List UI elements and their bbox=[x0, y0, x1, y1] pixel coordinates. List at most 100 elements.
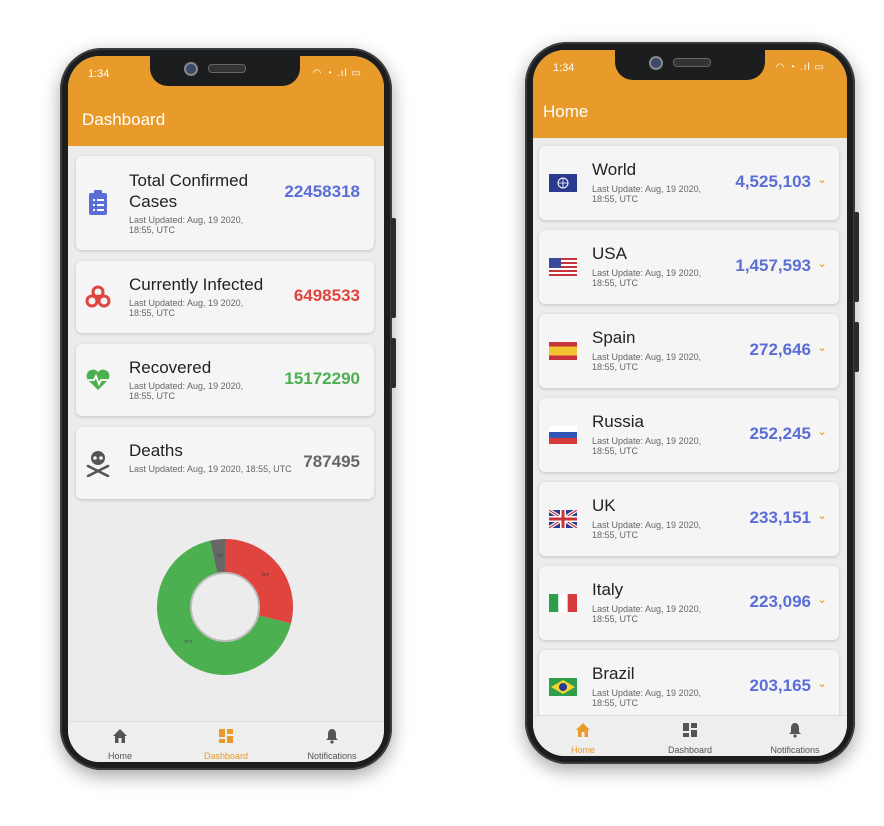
country-name: Russia bbox=[592, 412, 644, 431]
country-card[interactable]: Italy Last Update: Aug, 19 2020, 18:55, U… bbox=[539, 566, 839, 640]
nav-home[interactable]: Home bbox=[543, 722, 623, 755]
card-value: 22458318 bbox=[284, 182, 360, 201]
country-updated: Last Update: Aug, 19 2020, 18:55, UTC bbox=[592, 520, 702, 540]
front-camera bbox=[184, 62, 198, 76]
chevron-down-icon[interactable]: ⌄ bbox=[817, 508, 827, 522]
country-card[interactable]: UK Last Update: Aug, 19 2020, 18:55, UTC 2… bbox=[539, 482, 839, 556]
front-camera bbox=[649, 56, 663, 70]
skull-icon bbox=[85, 449, 111, 482]
status-time: 1:34 bbox=[553, 62, 575, 74]
country-name: Italy bbox=[592, 580, 624, 599]
russia-flag-icon bbox=[549, 426, 577, 449]
spain-flag-icon bbox=[549, 342, 577, 365]
power-button bbox=[854, 322, 859, 372]
nav-dashboard[interactable]: Dashboard bbox=[650, 722, 730, 755]
slice-label: 28.9 bbox=[261, 572, 270, 577]
nav-dashboard[interactable]: Dashboard bbox=[186, 728, 266, 761]
notch bbox=[615, 50, 765, 80]
chevron-down-icon[interactable]: ⌄ bbox=[817, 424, 827, 438]
country-value: 223,096 bbox=[749, 592, 811, 611]
status-time: 1:34 bbox=[88, 68, 110, 80]
country-value: 233,151 bbox=[749, 508, 811, 527]
card-label: Total Confirmed Cases bbox=[129, 171, 249, 211]
power-button bbox=[391, 338, 396, 388]
slice-label: 3.5 bbox=[217, 552, 223, 557]
nav-label: Home bbox=[570, 745, 595, 755]
home-icon bbox=[576, 723, 590, 737]
country-card[interactable]: USA Last Update: Aug, 19 2020, 18:55, UTC… bbox=[539, 230, 839, 304]
nav-home[interactable]: Home bbox=[80, 728, 160, 761]
stat-card-infected[interactable]: Currently Infected Last Updated: Aug, 19… bbox=[76, 261, 374, 333]
status-icons: ◠ ◔ .ıl ▭ bbox=[312, 68, 362, 79]
country-card[interactable]: Russia Last Update: Aug, 19 2020, 18:55, … bbox=[539, 398, 839, 472]
dashboard-icon bbox=[219, 729, 233, 743]
volume-button bbox=[854, 212, 859, 302]
nav-notifications[interactable]: Notifications bbox=[292, 728, 372, 761]
chevron-down-icon[interactable]: ⌄ bbox=[817, 340, 827, 354]
earpiece bbox=[208, 64, 246, 73]
country-value: 203,165 bbox=[749, 676, 811, 695]
country-updated: Last Update: Aug, 19 2020, 18:55, UTC bbox=[592, 688, 702, 708]
country-card[interactable]: Spain Last Update: Aug, 19 2020, 18:55, U… bbox=[539, 314, 839, 388]
card-updated: Last Updated: Aug, 19 2020, 18:55, UTC bbox=[129, 215, 244, 235]
country-name: USA bbox=[592, 244, 627, 263]
country-value: 252,245 bbox=[749, 424, 811, 443]
bell-icon bbox=[789, 723, 801, 738]
chevron-down-icon[interactable]: ⌄ bbox=[817, 676, 827, 690]
notch bbox=[150, 56, 300, 86]
card-updated: Last Updated: Aug, 19 2020, 18:55, UTC bbox=[129, 298, 244, 318]
country-name: Spain bbox=[592, 328, 636, 347]
country-updated: Last Update: Aug, 19 2020, 18:55, UTC bbox=[592, 436, 702, 456]
country-value: 1,457,593 bbox=[735, 256, 811, 275]
volume-button bbox=[391, 218, 396, 318]
country-updated: Last Update: Aug, 19 2020, 18:55, UTC bbox=[592, 268, 702, 288]
card-updated: Last Updated: Aug, 19 2020, 18:55, UTC bbox=[129, 381, 244, 401]
country-value: 4,525,103 bbox=[735, 172, 811, 191]
screen-left: 1:34 ◠ ◔ .ıl ▭ Dashboard Total Confirmed… bbox=[68, 56, 384, 762]
clipboard-icon bbox=[88, 190, 108, 221]
nav-label: Notifications bbox=[770, 745, 820, 755]
page-title: Home bbox=[543, 102, 589, 121]
stat-card-recovered[interactable]: Recovered Last Updated: Aug, 19 2020, 18… bbox=[76, 344, 374, 416]
card-label: Deaths bbox=[129, 441, 183, 460]
card-label: Currently Infected bbox=[129, 275, 264, 294]
world-flag-icon bbox=[549, 174, 577, 197]
country-updated: Last Update: Aug, 19 2020, 18:55, UTC bbox=[592, 184, 702, 204]
card-label: Recovered bbox=[129, 358, 212, 377]
bottom-nav: Home Dashboard Notifications bbox=[68, 721, 384, 762]
country-name: UK bbox=[592, 496, 616, 515]
stat-card-confirmed[interactable]: Total Confirmed Cases Last Updated: Aug,… bbox=[76, 156, 374, 250]
country-card[interactable]: Brazil Last Update: Aug, 19 2020, 18:55, … bbox=[539, 650, 839, 724]
heartbeat-icon bbox=[85, 368, 111, 397]
card-value: 15172290 bbox=[284, 369, 360, 388]
nav-label: Dashboard bbox=[667, 745, 713, 755]
country-value: 272,646 bbox=[749, 340, 811, 359]
country-updated: Last Update: Aug, 19 2020, 18:55, UTC bbox=[592, 352, 702, 372]
uk-flag-icon bbox=[548, 508, 578, 533]
earpiece bbox=[673, 58, 711, 67]
nav-notifications[interactable]: Notifications bbox=[755, 722, 835, 755]
donut-chart: 28.9 67.6 3.5 bbox=[157, 539, 293, 675]
country-card[interactable]: World Last Update: Aug, 19 2020, 18:55, U… bbox=[539, 146, 839, 220]
italy-flag-icon bbox=[549, 594, 577, 617]
country-name: World bbox=[592, 160, 637, 179]
card-value: 6498533 bbox=[293, 286, 360, 305]
usa-flag-icon bbox=[549, 258, 577, 281]
chevron-down-icon[interactable]: ⌄ bbox=[817, 592, 827, 606]
chevron-down-icon[interactable]: ⌄ bbox=[817, 256, 827, 270]
bottom-nav: Home Dashboard Notifications bbox=[533, 715, 847, 756]
home-icon bbox=[113, 729, 127, 743]
stat-card-deaths[interactable]: Deaths Last Updated: Aug, 19 2020, 18:55… bbox=[76, 427, 374, 499]
phone-left: 1:34 ◠ ◔ .ıl ▭ Dashboard Total Confirmed… bbox=[60, 48, 396, 770]
donut-hole bbox=[190, 572, 260, 642]
country-updated: Last Update: Aug, 19 2020, 18:55, UTC bbox=[592, 604, 702, 624]
chevron-down-icon[interactable]: ⌄ bbox=[817, 172, 827, 186]
dashboard-icon bbox=[683, 723, 697, 737]
country-name: Brazil bbox=[592, 664, 635, 683]
bell-icon bbox=[326, 729, 338, 744]
page-title: Dashboard bbox=[82, 110, 166, 129]
brazil-flag-icon bbox=[549, 678, 577, 701]
card-updated: Last Updated: Aug, 19 2020, 18:55, UTC bbox=[129, 464, 292, 474]
status-icons: ◠ ◔ .ıl ▭ bbox=[775, 62, 825, 73]
nav-label: Notifications bbox=[307, 751, 357, 761]
